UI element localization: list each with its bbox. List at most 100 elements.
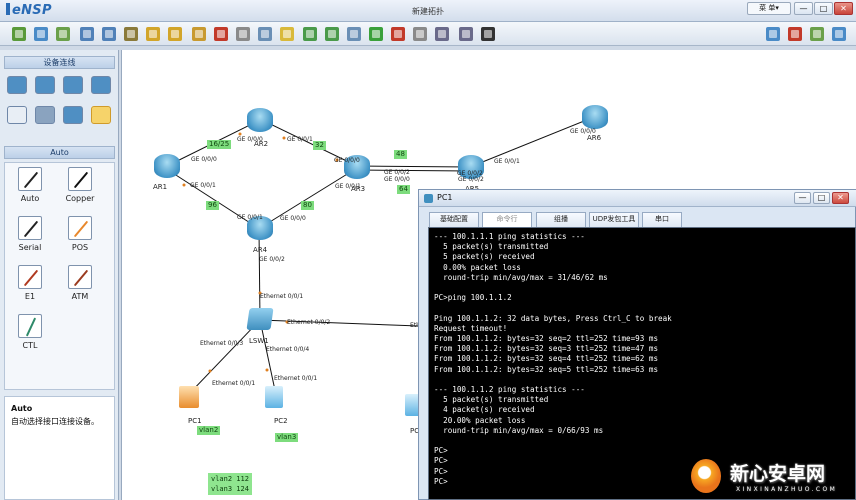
switch-category-icon[interactable] xyxy=(35,76,55,94)
vlan-summary-box: vlan2 112 vlan3 124 xyxy=(208,473,252,495)
zoom-in-icon[interactable] xyxy=(303,27,317,41)
console-line: From 100.1.1.2: bytes=32 seq=4 ttl=252 t… xyxy=(434,354,659,364)
port-label: Ethernet 0/0/3 xyxy=(200,340,244,347)
message-icon[interactable] xyxy=(766,27,780,41)
category-header: Auto xyxy=(4,146,115,159)
connection-serial[interactable]: Serial xyxy=(5,216,55,252)
pc1-pc-icon[interactable] xyxy=(179,386,199,408)
tab-4[interactable]: 串口 xyxy=(642,212,682,227)
device-label-pc1: PC1 xyxy=(188,417,202,425)
device-panel: 设备连线 Auto Auto Copper Serial POS E1 ATM CTL Au… xyxy=(0,50,119,500)
zoom-out-icon[interactable] xyxy=(325,27,339,41)
port-label: GE 0/0/1 xyxy=(287,136,313,143)
console-line: From 100.1.1.2: bytes=32 seq=3 ttl=252 t… xyxy=(434,344,659,354)
link-lsw1-pc3[interactable] xyxy=(259,319,420,327)
connection-category-icon[interactable] xyxy=(91,106,111,124)
copper-cable-icon xyxy=(68,167,92,191)
port-label: Ethernet 0/0/1 xyxy=(274,375,318,382)
pc1-title-bar[interactable]: PC1 — □ ✕ xyxy=(419,190,856,207)
tab-2[interactable]: 组播 xyxy=(536,212,586,227)
show-interfaces-icon[interactable] xyxy=(481,27,495,41)
ospf-cost-label: 32 xyxy=(313,141,326,150)
port-label: Ethernet 0/0/1 xyxy=(212,380,256,387)
save-as-icon[interactable] xyxy=(102,27,116,41)
new-topo-icon[interactable] xyxy=(12,27,26,41)
pc1-close-button[interactable]: ✕ xyxy=(832,192,849,204)
pc1-minimize-button[interactable]: — xyxy=(794,192,811,204)
wlan-category-icon[interactable] xyxy=(63,76,83,94)
console-line: From 100.1.1.2: bytes=32 seq=5 ttl=252 t… xyxy=(434,364,659,374)
open-icon[interactable] xyxy=(56,27,70,41)
vlan-tag: vlan3 xyxy=(275,433,299,442)
text-note-icon[interactable] xyxy=(258,27,272,41)
pc1-maximize-button[interactable]: □ xyxy=(813,192,830,204)
connection-atm[interactable]: ATM xyxy=(55,265,105,301)
link-ar3-ar5-a[interactable] xyxy=(356,165,471,168)
connection-ctl[interactable]: CTL xyxy=(5,314,55,350)
delete-all-connections-icon[interactable] xyxy=(236,27,250,41)
link-ar5-ar6[interactable] xyxy=(469,116,595,168)
description-text: 自动选择接口连接设备。 xyxy=(11,417,99,426)
connection-label: E1 xyxy=(24,292,36,301)
undo-icon[interactable] xyxy=(146,27,160,41)
tab-1[interactable]: 命令行 xyxy=(482,212,532,228)
router-category-icon[interactable] xyxy=(7,76,27,94)
console-line: 5 packet(s) received xyxy=(434,252,535,262)
topo-grid-icon[interactable] xyxy=(435,27,449,41)
cloud-category-icon[interactable] xyxy=(35,106,55,124)
new-example-icon[interactable] xyxy=(34,27,48,41)
link-lsw1-pc2[interactable] xyxy=(259,319,277,396)
console-icon[interactable] xyxy=(459,27,473,41)
pc-category-icon[interactable] xyxy=(7,106,27,124)
link-ar4-lsw1[interactable] xyxy=(258,229,261,321)
shape-icon[interactable] xyxy=(280,27,294,41)
tab-3[interactable]: UDP发包工具 xyxy=(589,212,639,227)
connection-copper[interactable]: Copper xyxy=(55,167,105,203)
minimize-button[interactable]: — xyxy=(794,2,813,15)
pc2-pc-icon[interactable] xyxy=(265,386,283,408)
window-title: 新建拓扑 xyxy=(412,7,444,16)
tab-0[interactable]: 基础配置 xyxy=(429,212,479,227)
port-label: GE 0/0/1 xyxy=(335,183,361,190)
start-device-icon[interactable] xyxy=(369,27,383,41)
ar1-router-icon[interactable] xyxy=(154,154,180,178)
drag-hand-icon[interactable] xyxy=(192,27,206,41)
pc-icon xyxy=(424,194,433,203)
console-line: round-trip min/avg/max = 31/46/62 ms xyxy=(434,272,608,282)
connection-pos[interactable]: POS xyxy=(55,216,105,252)
connection-auto[interactable]: Auto xyxy=(5,167,55,203)
port-label: GE 0/0/2 xyxy=(458,176,484,183)
connection-e1[interactable]: E1 xyxy=(5,265,55,301)
ar6-router-icon[interactable] xyxy=(582,105,608,129)
fit-icon[interactable] xyxy=(347,27,361,41)
ospf-cost-label: 80 xyxy=(301,201,314,210)
maximize-button[interactable]: □ xyxy=(814,2,833,15)
other-device-icon[interactable] xyxy=(63,106,83,124)
watermark: 新心安卓网 XINXINANZHUO.COM xyxy=(688,455,856,500)
save-icon[interactable] xyxy=(80,27,94,41)
main-menu-button[interactable]: 菜 单▾ xyxy=(747,2,791,15)
capture-icon[interactable] xyxy=(413,27,427,41)
link-ar3-ar5-b[interactable] xyxy=(356,169,471,172)
connection-label: Auto xyxy=(20,194,40,203)
print-icon[interactable] xyxy=(124,27,138,41)
lsw1-switch-icon[interactable] xyxy=(246,308,274,330)
e1-cable-icon xyxy=(18,265,42,289)
help-icon[interactable] xyxy=(832,27,846,41)
ar2-router-icon[interactable] xyxy=(247,108,273,132)
ospf-cost-label: 48 xyxy=(394,150,407,159)
firewall-category-icon[interactable] xyxy=(91,76,111,94)
delete-icon[interactable] xyxy=(214,27,228,41)
close-button[interactable]: ✕ xyxy=(834,2,853,15)
connection-label: POS xyxy=(71,243,89,252)
port-label: Ethernet 0/0/4 xyxy=(266,346,310,353)
settings-icon[interactable] xyxy=(810,27,824,41)
port-label: GE 0/0/2 xyxy=(384,169,410,176)
stop-device-icon[interactable] xyxy=(391,27,405,41)
redo-icon[interactable] xyxy=(168,27,182,41)
huawei-icon[interactable] xyxy=(788,27,802,41)
link-ar3-ar4[interactable] xyxy=(259,167,358,229)
